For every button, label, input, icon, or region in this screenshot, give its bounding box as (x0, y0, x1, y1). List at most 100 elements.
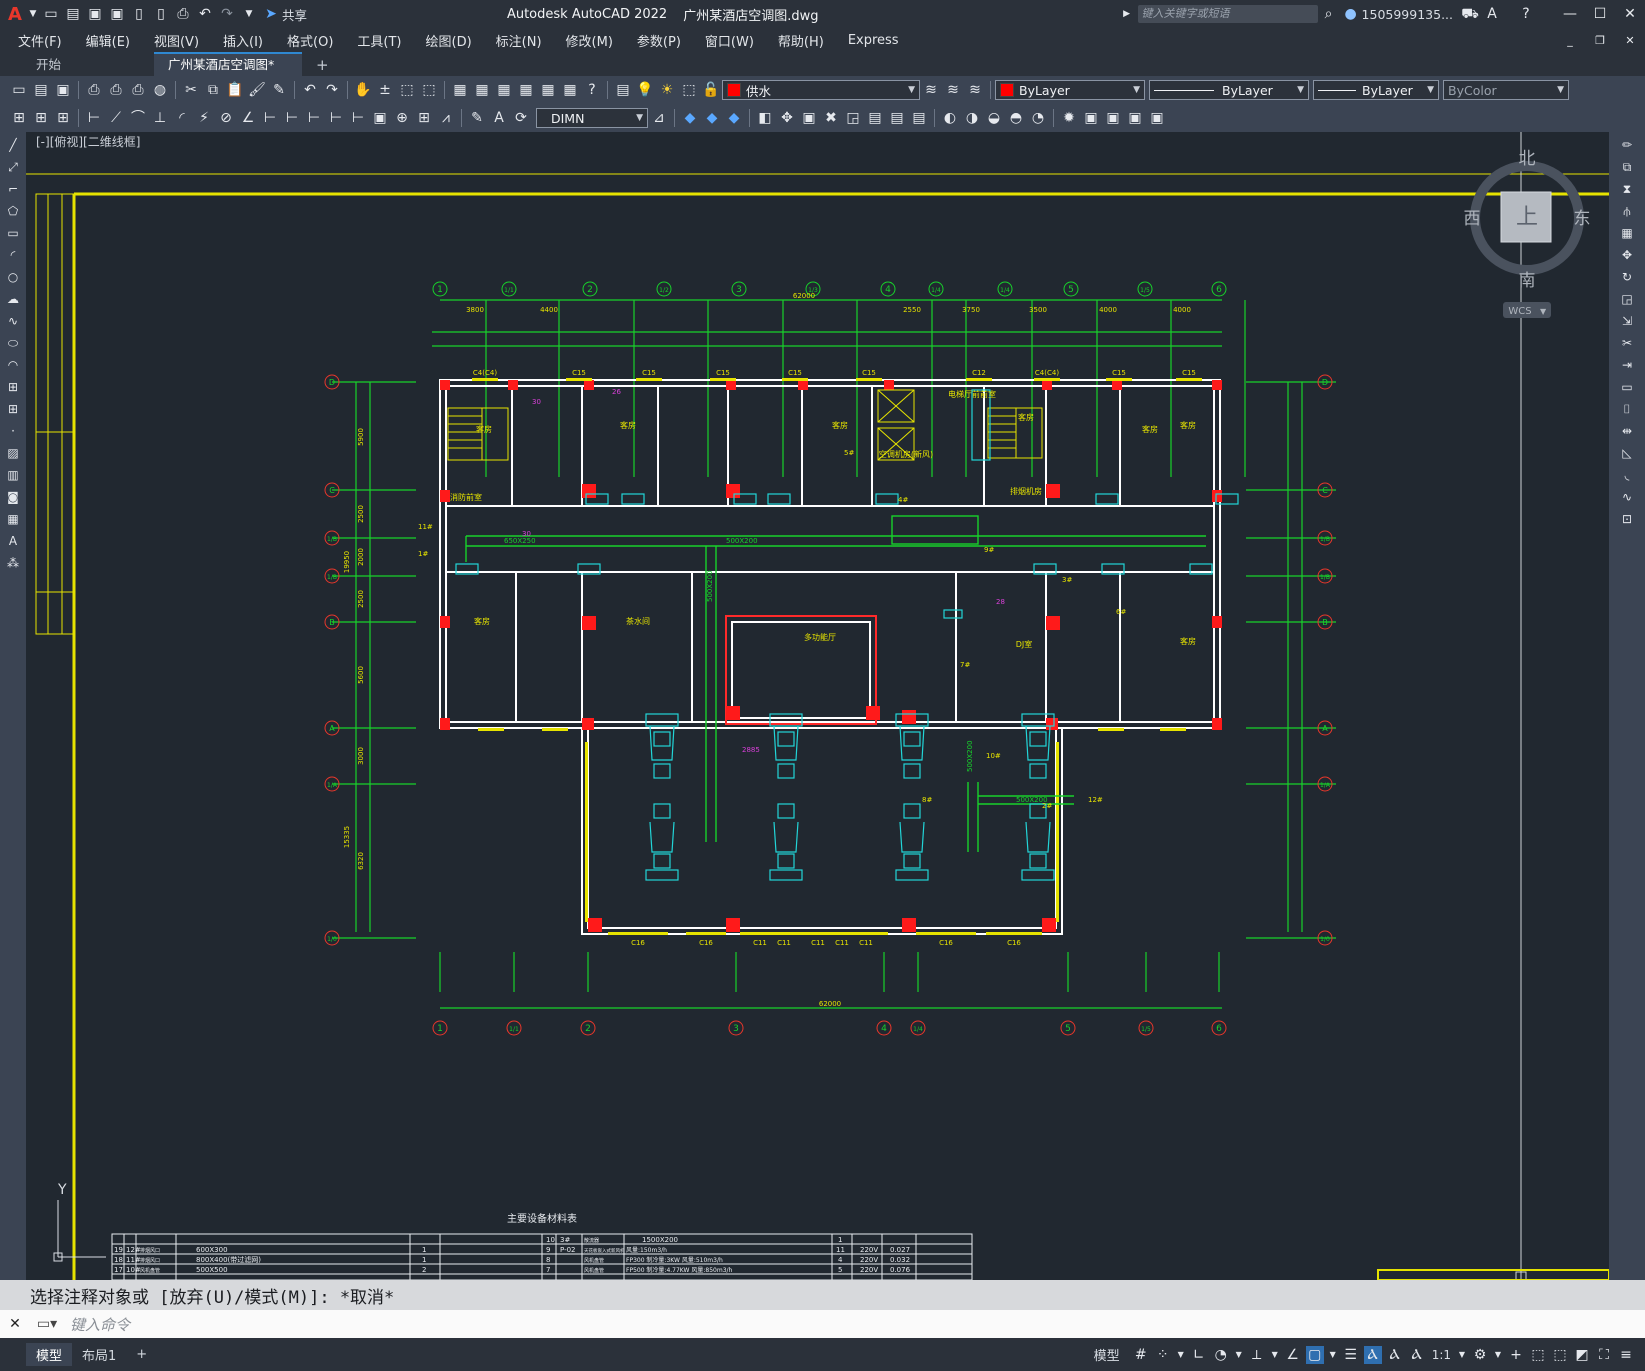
qnew-icon[interactable]: ▭ (10, 81, 28, 99)
linear-dim-icon[interactable]: ⊢ (85, 109, 103, 127)
ungroup-icon[interactable]: ▣ (1104, 109, 1122, 127)
autocad-logo-icon[interactable]: A (8, 4, 22, 25)
move-icon[interactable]: ▣ (800, 109, 818, 127)
sheet-set-icon[interactable]: ▦ (517, 81, 535, 99)
menu-modify[interactable]: 修改(M) (554, 31, 625, 50)
baseline-dim-icon[interactable]: ⊢ (283, 109, 301, 127)
layer-lock-icon[interactable]: 🔓 (702, 81, 720, 99)
annotation-scale-value[interactable]: 1:1 (1432, 1348, 1451, 1362)
diameter-dim-icon[interactable]: ⊘ (217, 109, 235, 127)
dim-tool-icon[interactable]: ⊞ (32, 109, 50, 127)
isodraft-icon[interactable]: ⟂ (1248, 1346, 1266, 1364)
rotate-tool-icon[interactable]: ↻ (1618, 268, 1636, 286)
mirror-tool-icon[interactable]: ⧗ (1618, 180, 1636, 198)
help-search-input[interactable]: 键入关键字或短语 (1137, 5, 1318, 23)
doc-minimize-button[interactable]: _ (1555, 34, 1585, 47)
dim-space-icon[interactable]: ⊢ (327, 109, 345, 127)
polygon-icon[interactable]: ⬠ (4, 202, 22, 220)
extend-tool-icon[interactable]: ⇥ (1618, 356, 1636, 374)
viewport-controls-label[interactable]: [-][俯视][二维线框] (36, 134, 140, 149)
user-icon[interactable]: ● (1342, 5, 1360, 23)
isolate-icon[interactable]: ▣ (1148, 109, 1166, 127)
tab-start[interactable]: 开始 (22, 54, 154, 76)
publish-icon[interactable]: ▯ (130, 5, 148, 23)
chamfer-icon[interactable]: ◒ (985, 109, 1003, 127)
tab-model[interactable]: 模型 (26, 1343, 73, 1366)
tool-palettes-icon[interactable]: ▦ (495, 81, 513, 99)
open-icon[interactable]: ▤ (32, 81, 50, 99)
object-snap-icon[interactable]: ▢ (1305, 1345, 1324, 1364)
radius-dim-icon[interactable]: ◜ (173, 109, 191, 127)
wcs-chevron-icon[interactable]: ▼ (1540, 307, 1547, 316)
aligned-dim-icon[interactable]: ⟋ (107, 109, 125, 127)
search-icon[interactable]: ⌕ (1320, 5, 1338, 23)
layer-viewport-icon[interactable]: ⬚ (680, 81, 698, 99)
drawing-canvas[interactable]: [-][俯视][二维线框] Y 上 北 南 东 西 WCS ▼ 1 1/1 2 … (26, 132, 1609, 1280)
dim-edit-icon[interactable]: ✎ (468, 109, 486, 127)
explode-icon[interactable]: ✹ (1060, 109, 1078, 127)
construction-line-icon[interactable]: ⤢ (4, 158, 22, 176)
search-expand-icon[interactable]: ▶ (1118, 5, 1136, 23)
maximize-button[interactable]: ☐ (1585, 6, 1615, 22)
continue-dim-icon[interactable]: ⊢ (305, 109, 323, 127)
dim-update-icon[interactable]: ⟳ (512, 109, 530, 127)
line-icon[interactable]: ╱ (4, 136, 22, 154)
gradient-icon[interactable]: ▥ (4, 466, 22, 484)
dim-break-icon[interactable]: ⊢ (349, 109, 367, 127)
linetype-dropdown[interactable]: ByLayer ▼ (1149, 80, 1309, 100)
lineweight-dropdown[interactable]: ByLayer ▼ (1313, 80, 1439, 100)
polar-icon[interactable]: ◔ (1212, 1346, 1230, 1364)
doc-restore-button[interactable]: ❐ (1585, 34, 1615, 47)
make-current-layer-icon[interactable]: ≋ (922, 81, 940, 99)
erase-icon[interactable]: ◆ (681, 109, 699, 127)
ellipse-arc-icon[interactable]: ◠ (4, 356, 22, 374)
cut-icon[interactable]: ✂ (182, 81, 200, 99)
offset-icon[interactable]: ◧ (756, 109, 774, 127)
zoom-window-icon[interactable]: ⬚ (398, 81, 416, 99)
stretch-tool-icon[interactable]: ⇲ (1618, 312, 1636, 330)
menu-express[interactable]: Express (836, 33, 911, 48)
region-icon[interactable]: ◙ (4, 488, 22, 506)
help-icon[interactable]: ? (1517, 5, 1535, 23)
publish-tool-icon[interactable]: ⎙ (129, 81, 147, 99)
properties-icon[interactable]: ▦ (451, 81, 469, 99)
tab-layout1[interactable]: 布局1 (72, 1343, 126, 1366)
lineweight-icon[interactable]: ☰ (1342, 1346, 1360, 1364)
stretch-icon[interactable]: ▤ (866, 109, 884, 127)
workspace-gear-icon[interactable]: ⚙ (1471, 1346, 1489, 1364)
layer-previous-icon[interactable]: ≋ (944, 81, 962, 99)
scale-chevron-icon[interactable]: ▼ (1457, 1346, 1467, 1364)
auto-scale-icon[interactable]: Ⲁ (1386, 1346, 1404, 1364)
menu-file[interactable]: 文件(F) (6, 31, 74, 50)
color-dropdown[interactable]: ByLayer ▼ (995, 80, 1145, 100)
units-icon[interactable]: ⬚ (1529, 1346, 1547, 1364)
viewcube-top-face[interactable]: 上 (1516, 205, 1538, 230)
3d-print-icon[interactable]: ◍ (151, 81, 169, 99)
menu-edit[interactable]: 编辑(E) (74, 31, 142, 50)
menu-tools[interactable]: 工具(T) (345, 31, 413, 50)
quick-dim-icon[interactable]: ⊢ (261, 109, 279, 127)
doc-close-button[interactable]: ✕ (1615, 34, 1645, 47)
undo-tool-icon[interactable]: ↶ (301, 81, 319, 99)
clean-screen-icon[interactable]: ⛶ (1595, 1346, 1613, 1364)
customize-qat-icon[interactable]: ▼ (240, 5, 258, 23)
mtext-icon[interactable]: A (4, 532, 22, 550)
redo-tool-icon[interactable]: ↷ (323, 81, 341, 99)
mirror-icon[interactable]: ◆ (725, 109, 743, 127)
plotstyle-dropdown[interactable]: ByColor ▼ (1443, 80, 1569, 100)
copy-icon[interactable]: ⧉ (204, 81, 222, 99)
explode-tool-icon[interactable]: ⊡ (1618, 510, 1636, 528)
osnap-chevron-icon[interactable]: ▼ (1328, 1346, 1338, 1364)
trim-icon[interactable]: ▤ (888, 109, 906, 127)
point-icon[interactable]: · (4, 422, 22, 440)
grid-icon[interactable]: # (1132, 1346, 1150, 1364)
save-icon[interactable]: ▣ (86, 5, 104, 23)
move-tool-icon[interactable]: ✥ (1618, 246, 1636, 264)
help-tool-icon[interactable]: ? (583, 81, 601, 99)
array-icon[interactable]: ✥ (778, 109, 796, 127)
menu-help[interactable]: 帮助(H) (766, 31, 836, 50)
arc-icon[interactable]: ◜ (4, 246, 22, 264)
break-point-icon[interactable]: ▭ (1618, 378, 1636, 396)
floor-plan[interactable]: 1 1/1 2 1/2 3 1/3 4 1/4 1/4 5 1/5 6 3800… (324, 281, 1336, 1036)
blend-icon[interactable]: ◔ (1029, 109, 1047, 127)
